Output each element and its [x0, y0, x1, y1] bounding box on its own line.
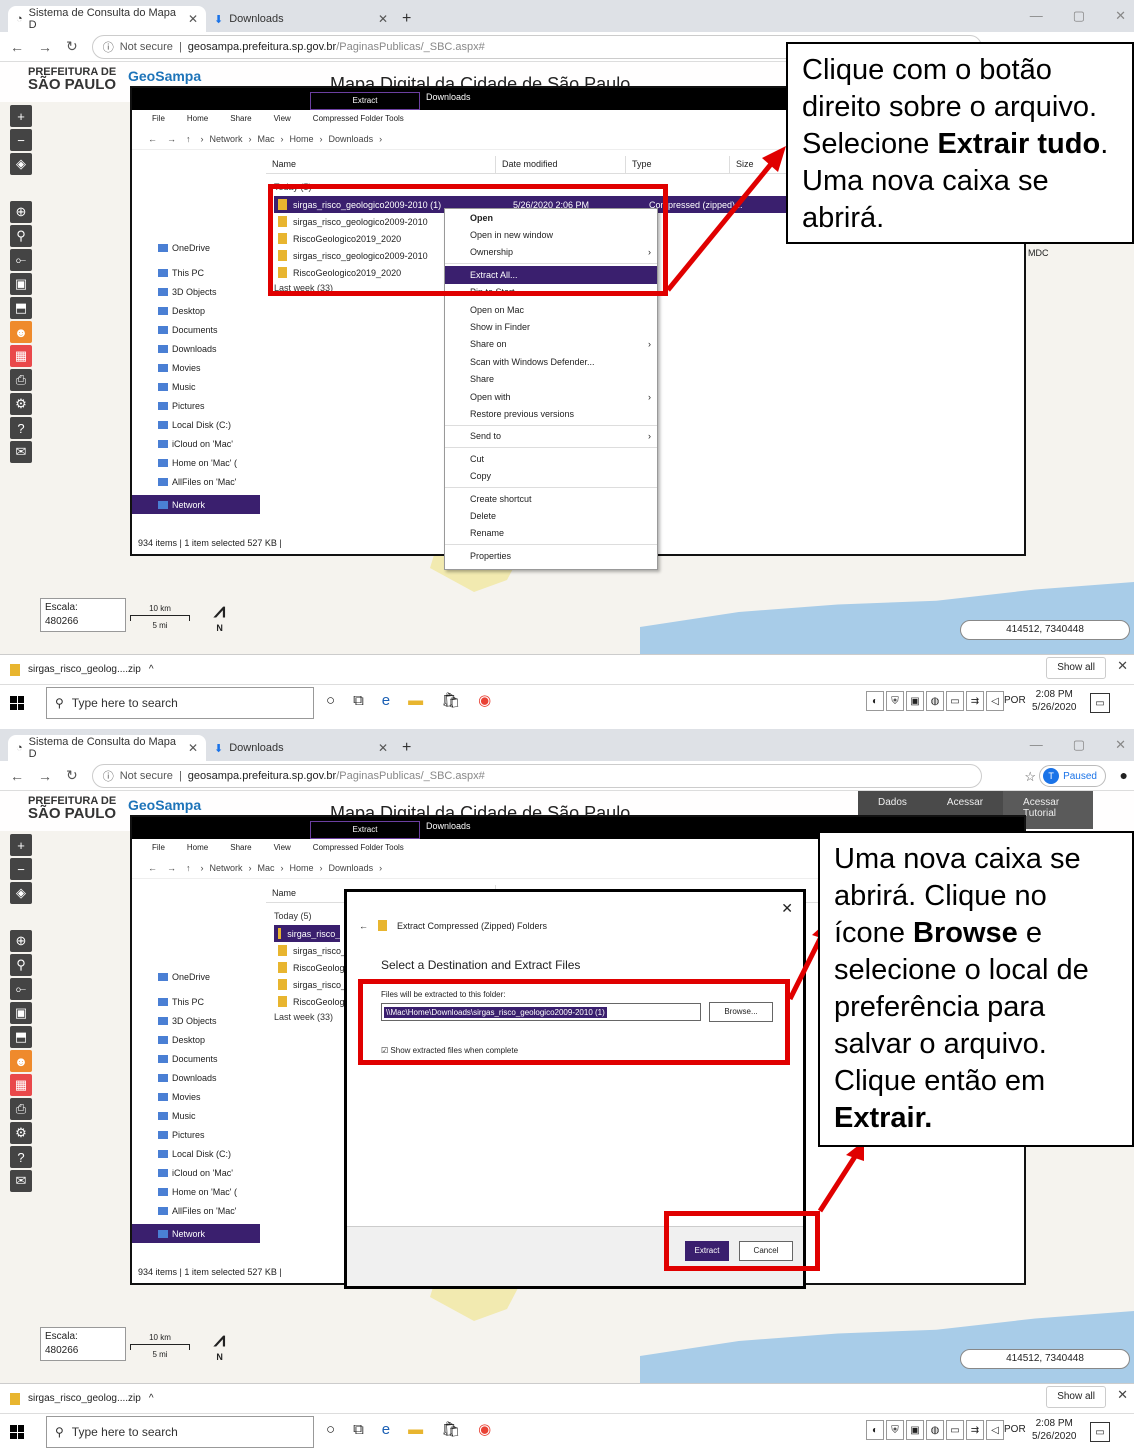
tray-icon[interactable]: ◍ [926, 1420, 944, 1440]
instruction-callout-2: Uma nova caixa se abrirá. Clique no ícon… [818, 831, 1134, 1147]
close-downloads-icon[interactable]: ✕ [1117, 658, 1128, 674]
notifications-icon[interactable]: ▭ [1090, 1422, 1110, 1442]
taskbar-apps: ○ ⧉ e ▬ 🛍 ◉ [326, 1420, 491, 1439]
input-language[interactable]: POR [1004, 1424, 1026, 1435]
file-explorer-icon[interactable]: ▬ [408, 692, 423, 709]
taskbar: ⚲ Type here to search ○ ⧉ e ▬ 🛍 ◉ ◐ ⛨ ▣ ◍ ▭ ⇉ ◁… [0, 1413, 1134, 1449]
task-view-icon[interactable]: ⧉ [353, 692, 364, 709]
search-icon: ⚲ [55, 1425, 64, 1439]
chrome-icon[interactable]: ◉ [478, 691, 491, 709]
windows-start-icon[interactable] [10, 696, 24, 710]
notifications-icon[interactable]: ▭ [1090, 693, 1110, 713]
edge-icon[interactable]: e [382, 692, 390, 709]
tray-icon[interactable]: ⇉ [966, 1420, 984, 1440]
close-downloads-icon[interactable]: ✕ [1117, 1387, 1128, 1403]
edge-icon[interactable]: e [382, 1421, 390, 1438]
tray-icon[interactable]: ▣ [906, 1420, 924, 1440]
screenshot-1: ◔ Sistema de Consulta do Mapa D ✕ ⬇ Down… [0, 0, 1134, 720]
chevron-up-icon[interactable]: ^ [149, 1393, 154, 1404]
tray-icon[interactable]: ◐ [866, 1420, 884, 1440]
tray-icon[interactable]: ▭ [946, 1420, 964, 1440]
file-explorer-icon[interactable]: ▬ [408, 1421, 423, 1438]
show-all-button[interactable]: Show all [1046, 657, 1106, 679]
zip-file-icon [10, 1392, 20, 1405]
volume-icon[interactable]: ◁ [986, 1420, 1004, 1440]
cortana-icon[interactable]: ○ [326, 1421, 335, 1438]
clock[interactable]: 2:08 PM 5/26/2020 [1032, 688, 1077, 714]
downloads-bar: sirgas_risco_geolog....zip ^ [0, 654, 1134, 684]
task-view-icon[interactable]: ⧉ [353, 1421, 364, 1438]
taskbar-search[interactable]: ⚲ Type here to search [46, 687, 314, 719]
chrome-icon[interactable]: ◉ [478, 1420, 491, 1438]
search-icon: ⚲ [55, 696, 64, 710]
volume-icon[interactable]: ◁ [986, 691, 1004, 711]
tray-icon[interactable]: ⛨ [886, 1420, 904, 1440]
tray-icon[interactable]: ▣ [906, 691, 924, 711]
store-icon[interactable]: 🛍 [441, 691, 460, 709]
tray-icon[interactable]: ⇉ [966, 691, 984, 711]
downloads-bar: sirgas_risco_geolog....zip ^ [0, 1383, 1134, 1413]
tray-icon[interactable]: ⛨ [886, 691, 904, 711]
instruction-callout-1: Clique com o botão direito sobre o arqui… [786, 42, 1134, 244]
show-all-button[interactable]: Show all [1046, 1386, 1106, 1408]
system-tray: ◐ ⛨ ▣ ◍ ▭ ⇉ ◁ [866, 1420, 1004, 1440]
chevron-up-icon[interactable]: ^ [149, 664, 154, 675]
cortana-icon[interactable]: ○ [326, 692, 335, 709]
windows-start-icon[interactable] [10, 1425, 24, 1439]
tray-icon[interactable]: ◐ [866, 691, 884, 711]
input-language[interactable]: POR [1004, 695, 1026, 706]
system-tray: ◐ ⛨ ▣ ◍ ▭ ⇉ ◁ [866, 691, 1004, 711]
taskbar: ⚲ Type here to search ○ ⧉ e ▬ 🛍 ◉ ◐ ⛨ ▣ ◍ ▭ ⇉ ◁… [0, 684, 1134, 720]
download-item[interactable]: sirgas_risco_geolog....zip [28, 1393, 141, 1404]
tray-icon[interactable]: ▭ [946, 691, 964, 711]
taskbar-apps: ○ ⧉ e ▬ 🛍 ◉ [326, 691, 491, 710]
screenshot-2: ◔ Sistema de Consulta do Mapa D ✕ ⬇ Down… [0, 729, 1134, 1449]
clock[interactable]: 2:08 PM 5/26/2020 [1032, 1417, 1077, 1443]
store-icon[interactable]: 🛍 [441, 1420, 460, 1438]
zip-file-icon [10, 663, 20, 676]
download-item[interactable]: sirgas_risco_geolog....zip [28, 664, 141, 675]
tray-icon[interactable]: ◍ [926, 691, 944, 711]
taskbar-search[interactable]: ⚲ Type here to search [46, 1416, 314, 1448]
